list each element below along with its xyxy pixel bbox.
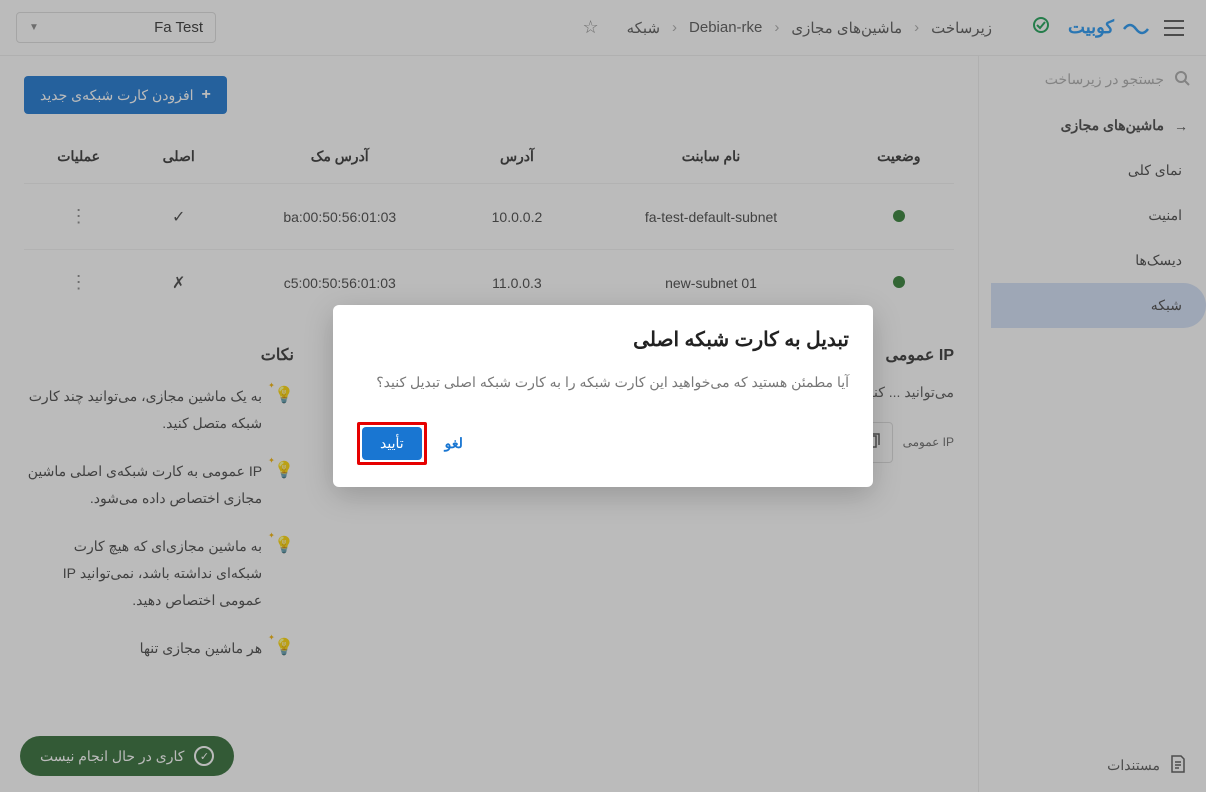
highlight-annotation: تأیید — [357, 422, 427, 465]
modal-overlay[interactable]: تبدیل به کارت شبکه اصلی آیا مطمئن هستید … — [0, 0, 1206, 792]
modal-title: تبدیل به کارت شبکه اصلی — [357, 327, 849, 352]
modal-message: آیا مطمئن هستید که می‌خواهید این کارت شب… — [357, 370, 849, 395]
confirm-button[interactable]: تأیید — [362, 427, 422, 460]
confirm-modal: تبدیل به کارت شبکه اصلی آیا مطمئن هستید … — [333, 305, 873, 486]
cancel-button[interactable]: لغو — [445, 435, 463, 452]
